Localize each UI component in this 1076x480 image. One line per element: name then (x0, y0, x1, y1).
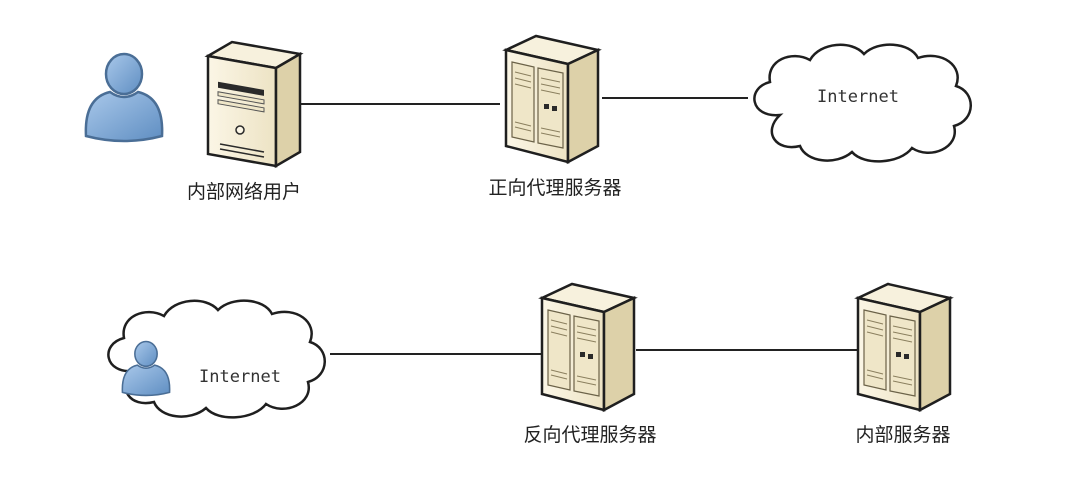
forward-client-label: 内部网络用户 (187, 181, 301, 203)
proxy-diagram: 内部网络用户 正向代理服务器 Internet Internet 反向代理服务器… (84, 34, 973, 446)
forward-proxy-label: 正向代理服务器 (488, 177, 621, 199)
forward-proxy-server-icon (504, 34, 600, 164)
reverse-internet-cloud: Internet (107, 299, 327, 419)
reverse-proxy-server-icon (540, 282, 636, 412)
internal-server-icon (856, 282, 952, 412)
internal-server-label: 内部服务器 (855, 424, 950, 446)
forward-internet-label: Internet (817, 87, 899, 107)
user-icon (84, 52, 164, 143)
forward-internet-cloud: Internet (753, 43, 973, 163)
desktop-tower-icon (204, 40, 304, 169)
reverse-proxy-label: 反向代理服务器 (523, 424, 656, 446)
reverse-internet-label: Internet (199, 367, 281, 387)
